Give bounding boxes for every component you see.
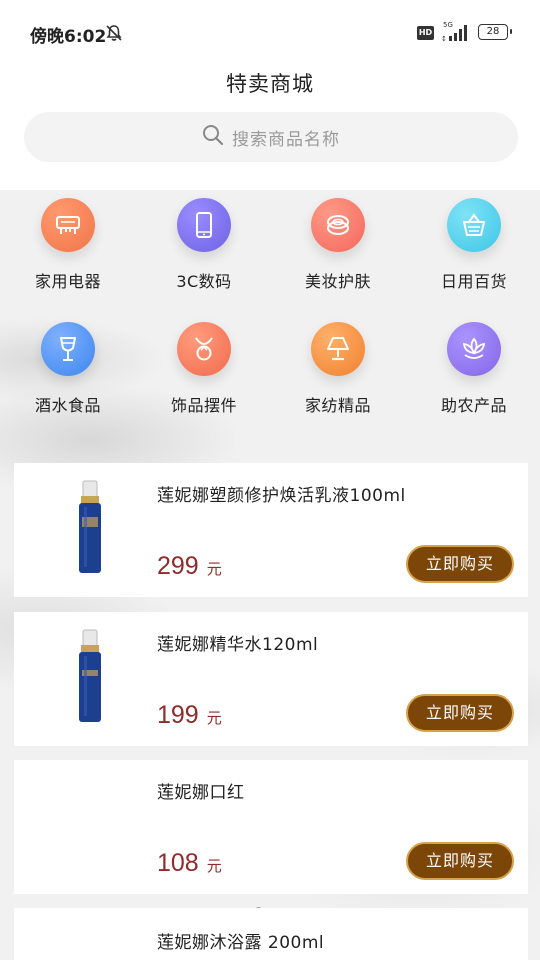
price-value: 199 — [157, 701, 199, 729]
category-label: 日用百货 — [440, 272, 507, 291]
product-card[interactable]: 莲妮娜沐浴露 200ml — [14, 908, 528, 960]
product-price: 199 元 — [157, 701, 222, 730]
buy-now-button[interactable]: 立即购买 — [406, 842, 514, 880]
product-name: 莲妮娜精华水120ml — [157, 635, 319, 655]
category-agriculture[interactable]: 助农产品 — [419, 322, 529, 432]
category-label: 家纺精品 — [304, 396, 371, 415]
category-home-textiles[interactable]: 家纺精品 — [283, 322, 393, 432]
category-label: 饰品摆件 — [170, 396, 237, 415]
basket-icon — [447, 198, 501, 252]
category-daily-goods[interactable]: 日用百货 — [419, 198, 529, 308]
category-appliances[interactable]: 家用电器 — [13, 198, 123, 308]
lamp-icon — [311, 322, 365, 376]
search-placeholder: 搜索商品名称 — [232, 129, 340, 150]
product-price: 108 元 — [157, 849, 222, 878]
search-icon — [202, 124, 224, 150]
status-bar: 傍晚6:02 HD 5G ↕ 28 — [0, 0, 540, 66]
price-value: 108 — [157, 849, 199, 877]
category-label: 美妆护肤 — [304, 272, 371, 291]
svg-text:↕: ↕ — [441, 35, 447, 42]
category-label: 助农产品 — [440, 396, 507, 415]
category-label: 酒水食品 — [34, 396, 101, 415]
category-accessories[interactable]: 饰品摆件 — [149, 322, 259, 432]
price-unit: 元 — [206, 858, 222, 875]
product-card[interactable]: 莲妮娜精华水120ml 199 元 立即购买 — [14, 612, 528, 746]
necklace-icon — [177, 322, 231, 376]
category-label: 家用电器 — [34, 272, 101, 291]
price-value: 299 — [157, 552, 199, 580]
battery-indicator: 28 — [478, 24, 512, 40]
status-time: 傍晚6:02 — [30, 27, 107, 47]
page-title: 特卖商城 — [226, 72, 314, 96]
product-name: 莲妮娜口红 — [157, 783, 245, 803]
category-beauty[interactable]: 美妆护肤 — [283, 198, 393, 308]
price-unit: 元 — [206, 561, 222, 578]
price-unit: 元 — [206, 710, 222, 727]
wine-glass-icon — [41, 322, 95, 376]
product-image — [68, 626, 112, 730]
product-image — [68, 477, 112, 581]
signal-icon: ↕ — [440, 22, 470, 46]
product-name: 莲妮娜沐浴露 200ml — [157, 933, 325, 953]
compact-icon — [311, 198, 365, 252]
search-bar[interactable]: 搜索商品名称 — [24, 112, 518, 162]
bell-muted-icon — [105, 24, 123, 46]
product-card[interactable]: 莲妮娜口红 108 元 立即购买 — [14, 760, 528, 894]
flower-icon — [447, 322, 501, 376]
buy-now-button[interactable]: 立即购买 — [406, 694, 514, 732]
buy-now-button[interactable]: 立即购买 — [406, 545, 514, 583]
hd-badge: HD — [417, 26, 434, 40]
phone-icon — [177, 198, 231, 252]
category-label: 3C数码 — [176, 272, 232, 291]
header-area: 傍晚6:02 HD 5G ↕ 28 特卖商城 搜索商品名称 — [0, 0, 540, 190]
appliance-icon — [41, 198, 95, 252]
category-grid: 家用电器 3C数码 美妆护肤 日用百货 酒水食品 饰品摆件 家纺精品 助农产品 — [0, 190, 540, 430]
product-price: 299 元 — [157, 552, 222, 581]
category-digital[interactable]: 3C数码 — [149, 198, 259, 308]
category-drinks-food[interactable]: 酒水食品 — [13, 322, 123, 432]
product-name: 莲妮娜塑颜修护焕活乳液100ml — [157, 486, 406, 506]
product-card[interactable]: 莲妮娜塑颜修护焕活乳液100ml 299 元 立即购买 — [14, 463, 528, 597]
